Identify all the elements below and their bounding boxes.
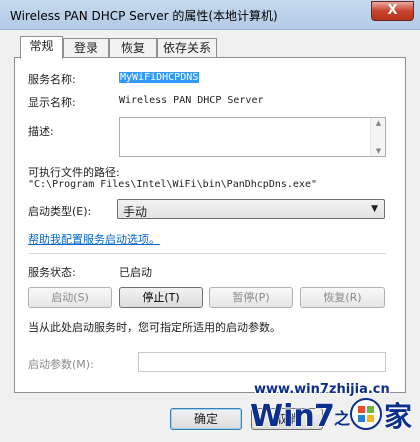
tab-label: 恢复	[120, 41, 145, 55]
scroll-down-icon[interactable]: ▼	[371, 147, 386, 155]
startup-type-select[interactable]: 手动 ▼	[117, 199, 385, 219]
service-name-value[interactable]: MyWiFiDHCPDNS	[119, 72, 200, 83]
tab-label: 依存关系	[162, 41, 211, 55]
startup-type-value: 手动	[123, 205, 148, 219]
close-icon: X	[387, 3, 398, 18]
svg-text:之: 之	[334, 409, 350, 428]
service-name-label: 服务名称:	[28, 73, 76, 86]
description-field[interactable]: ▲ ▼	[119, 117, 386, 157]
start-params-label: 启动参数(M):	[28, 358, 94, 371]
pause-button[interactable]: 暂停(P)	[209, 287, 293, 308]
display-name-value[interactable]: Wireless PAN DHCP Server	[119, 95, 264, 106]
service-name-selected-text: MyWiFiDHCPDNS	[119, 72, 200, 83]
path-label: 可执行文件的路径:	[28, 166, 120, 179]
dropdown-arrow-icon: ▼	[371, 204, 378, 214]
tab-dependencies[interactable]: 依存关系	[157, 38, 217, 58]
description-scrollbar[interactable]: ▲ ▼	[370, 118, 385, 156]
tab-label: 常规	[29, 39, 54, 53]
close-button[interactable]: X	[371, 1, 414, 21]
start-button[interactable]: 启动(S)	[28, 287, 112, 308]
tab-logon[interactable]: 登录	[63, 38, 109, 58]
tab-general[interactable]: 常规	[20, 36, 63, 59]
start-params-hint: 当从此处启动服务时，您可指定所适用的启动参数。	[28, 321, 281, 334]
display-name-label: 显示名称:	[28, 96, 76, 109]
resume-button[interactable]: 恢复(R)	[300, 287, 385, 308]
separator	[28, 253, 386, 254]
help-configure-link[interactable]: 帮助我配置服务启动选项。	[28, 231, 160, 247]
window-title: Wireless PAN DHCP Server 的属性(本地计算机)	[10, 9, 278, 23]
tab-label: 登录	[73, 41, 98, 55]
service-status-label: 服务状态:	[28, 266, 76, 279]
path-value[interactable]: "C:\Program Files\Intel\WiFi\bin\PanDhcp…	[28, 179, 317, 190]
cancel-button[interactable]: 取消	[251, 408, 323, 430]
ok-button[interactable]: 确定	[170, 408, 242, 430]
description-label: 描述:	[28, 125, 54, 138]
svg-text:家: 家	[384, 400, 412, 433]
start-params-input[interactable]	[138, 352, 386, 372]
title-bar[interactable]: Wireless PAN DHCP Server 的属性(本地计算机) X	[0, 0, 420, 30]
service-status-value: 已启动	[119, 266, 152, 279]
startup-type-label: 启动类型(E):	[28, 205, 92, 218]
tab-recovery[interactable]: 恢复	[109, 38, 157, 58]
scroll-up-icon[interactable]: ▲	[371, 119, 386, 127]
stop-button[interactable]: 停止(T)	[119, 287, 203, 308]
